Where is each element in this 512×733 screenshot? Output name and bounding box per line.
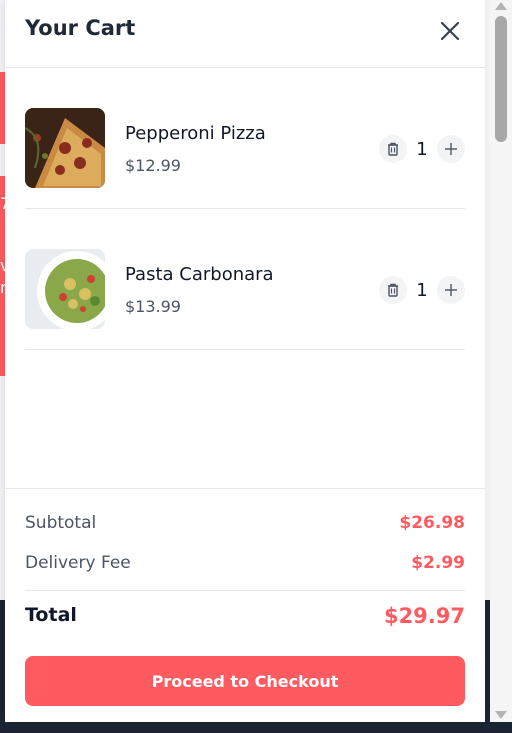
checkout-button[interactable]: Proceed to Checkout — [25, 656, 465, 706]
cart-item-price: $12.99 — [125, 156, 181, 175]
close-icon — [440, 21, 460, 41]
scroll-down-arrow-icon[interactable] — [495, 711, 507, 719]
trash-icon — [388, 142, 398, 156]
plus-icon — [445, 143, 457, 155]
subtotal-label: Subtotal — [25, 513, 97, 533]
cart-items-list: Pepperoni Pizza $12.99 1 Pasta Carbonara… — [5, 68, 485, 350]
plus-icon — [445, 284, 457, 296]
remove-item-button[interactable] — [379, 276, 407, 304]
increase-quantity-button[interactable] — [437, 135, 465, 163]
scrollbar-thumb[interactable] — [495, 16, 507, 142]
pasta-image — [25, 249, 105, 329]
remove-item-button[interactable] — [379, 135, 407, 163]
quantity-controls: 1 — [379, 276, 465, 304]
scroll-up-arrow-icon[interactable] — [495, 2, 507, 10]
pizza-image — [25, 108, 105, 188]
item-quantity: 1 — [416, 279, 428, 301]
cart-item: Pepperoni Pizza $12.99 1 — [25, 68, 465, 209]
delivery-fee-value: $2.99 — [411, 553, 465, 573]
cart-header: Your Cart — [5, 0, 485, 68]
subtotal-row: Subtotal $26.98 — [25, 513, 465, 533]
increase-quantity-button[interactable] — [437, 276, 465, 304]
close-button[interactable] — [435, 16, 465, 46]
cart-item-name: Pepperoni Pizza — [125, 123, 266, 144]
total-label: Total — [25, 604, 77, 626]
order-summary: Subtotal $26.98 Delivery Fee $2.99 Total… — [5, 488, 485, 706]
cart-title: Your Cart — [25, 16, 136, 40]
item-quantity: 1 — [416, 138, 428, 160]
cart-drawer: Your Cart Pepperoni Pizza $12.99 1 Pasta… — [5, 0, 485, 722]
delivery-fee-row: Delivery Fee $2.99 — [25, 553, 465, 573]
quantity-controls: 1 — [379, 135, 465, 163]
total-value: $29.97 — [383, 604, 465, 628]
subtotal-value: $26.98 — [399, 513, 465, 533]
summary-divider — [25, 590, 465, 591]
trash-icon — [388, 283, 398, 297]
cart-item: Pasta Carbonara $13.99 1 — [25, 209, 465, 350]
scrollbar[interactable] — [490, 0, 512, 722]
cart-item-name: Pasta Carbonara — [125, 264, 274, 285]
total-row: Total $29.97 — [25, 604, 465, 628]
delivery-fee-label: Delivery Fee — [25, 553, 131, 573]
cart-item-price: $13.99 — [125, 297, 181, 316]
